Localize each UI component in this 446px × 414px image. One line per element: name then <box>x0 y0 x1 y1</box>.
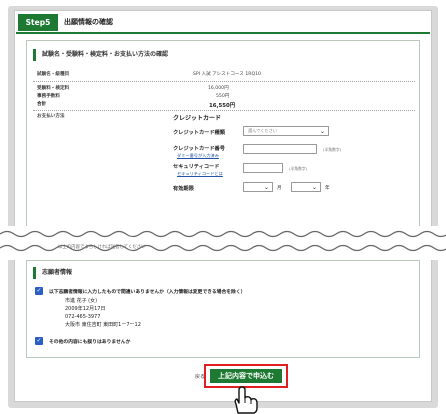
pointer-hand-icon <box>234 386 258 414</box>
applicant-address: 大阪市 東住吉町 東田町1ー7ー12 <box>65 322 141 328</box>
submit-button[interactable]: 上記内容で申込む <box>210 369 282 383</box>
summary-section-title: 試験名・受験料・検定料・お支払い方法の確認 <box>33 49 168 61</box>
summary-row-value: 550円 <box>216 94 230 99</box>
summary-row-key: 事務手数料 <box>37 94 60 99</box>
card-type-value: 選んでください <box>248 128 278 133</box>
confirm-checkbox-2[interactable]: ✓ <box>35 337 43 345</box>
summary-card: 試験名・受験料・検定料・お支払い方法の確認 試験名・級種目 SPI 入試 アシス… <box>26 40 420 254</box>
torn-partial-text: 以上の内容でよろしければ送信してください <box>58 245 146 250</box>
year-unit: 年 <box>325 186 330 191</box>
divider <box>33 110 415 111</box>
step-badge: Step5 <box>18 14 58 31</box>
summary-row-key: 受験料・検定料 <box>37 86 70 91</box>
confirm-checkbox-2-label: その他の内容にも誤りはありませんか <box>49 340 131 345</box>
summary-row: 試験名・級種目 SPI 入試 アシストコース 1RQ10 <box>33 71 415 81</box>
card-number-hint: (半角数字) <box>323 147 342 152</box>
summary-row-total: 合計 16,550円 <box>33 101 415 109</box>
summary-row: 事務手数料 550円 <box>33 93 415 101</box>
card-number-help-link[interactable]: ダミー番号が入力済み <box>177 153 219 159</box>
expiry-label: 有効期限 <box>173 186 194 192</box>
torn-edge-graphic <box>0 230 446 252</box>
chevron-down-icon: ⌄ <box>263 184 270 191</box>
card-type-select[interactable]: 選んでください ⌄ <box>243 126 329 136</box>
confirm-checkbox-1[interactable]: ✓ <box>35 287 43 295</box>
expiry-year-select[interactable]: ⌄ <box>291 182 321 192</box>
card-number-input[interactable] <box>243 144 317 154</box>
applicant-card: 志願者情報 ✓ 以下志願者情報に入力したもので間違いありませんか（入力情報は変更… <box>26 260 420 358</box>
torn-separator <box>0 226 446 260</box>
chevron-down-icon: ⌄ <box>319 128 326 135</box>
card-number-label: クレジットカード番号 <box>173 146 225 152</box>
summary-row-value: 16,000円 <box>208 86 229 91</box>
divider <box>33 81 415 82</box>
submit-highlight: 上記内容で申込む <box>204 364 288 388</box>
step-header: Step5 出願情報の確認 <box>16 12 430 34</box>
security-code-help-link[interactable]: セキュリティコードとは <box>177 171 223 177</box>
payment-title: クレジットカード <box>173 115 222 122</box>
summary-row-key: 合計 <box>37 102 47 107</box>
month-unit: 月 <box>277 186 282 191</box>
applicant-name: 市進 花子 (女) <box>65 298 98 304</box>
security-code-input[interactable] <box>243 163 283 173</box>
summary-row: 受験料・検定料 16,000円 <box>33 85 415 93</box>
confirm-checkbox-1-label: 以下志願者情報に入力したもので間違いありませんか（入力情報は変更できる場合を除く… <box>49 290 246 295</box>
summary-total-value: 16,550円 <box>209 103 236 109</box>
applicant-phone: 072-465-3977 <box>65 314 101 320</box>
summary-row: お支払い方法 <box>33 113 415 121</box>
summary-row-key: お支払い方法 <box>37 114 65 119</box>
card-type-label: クレジットカード種類 <box>173 130 225 136</box>
chevron-down-icon: ⌄ <box>311 184 318 191</box>
security-code-label: セキュリティコード <box>173 164 220 170</box>
security-code-hint: (半角数字) <box>289 166 308 171</box>
applicant-birthday: 2009年12月17日 <box>65 306 106 312</box>
applicant-section-title: 志願者情報 <box>33 267 72 279</box>
summary-row-key: 試験名・級種目 <box>37 72 70 77</box>
expiry-month-select[interactable]: ⌄ <box>243 182 273 192</box>
summary-row-value: SPI 入試 アシストコース 1RQ10 <box>193 72 261 77</box>
page-title: 出願情報の確認 <box>64 18 113 26</box>
